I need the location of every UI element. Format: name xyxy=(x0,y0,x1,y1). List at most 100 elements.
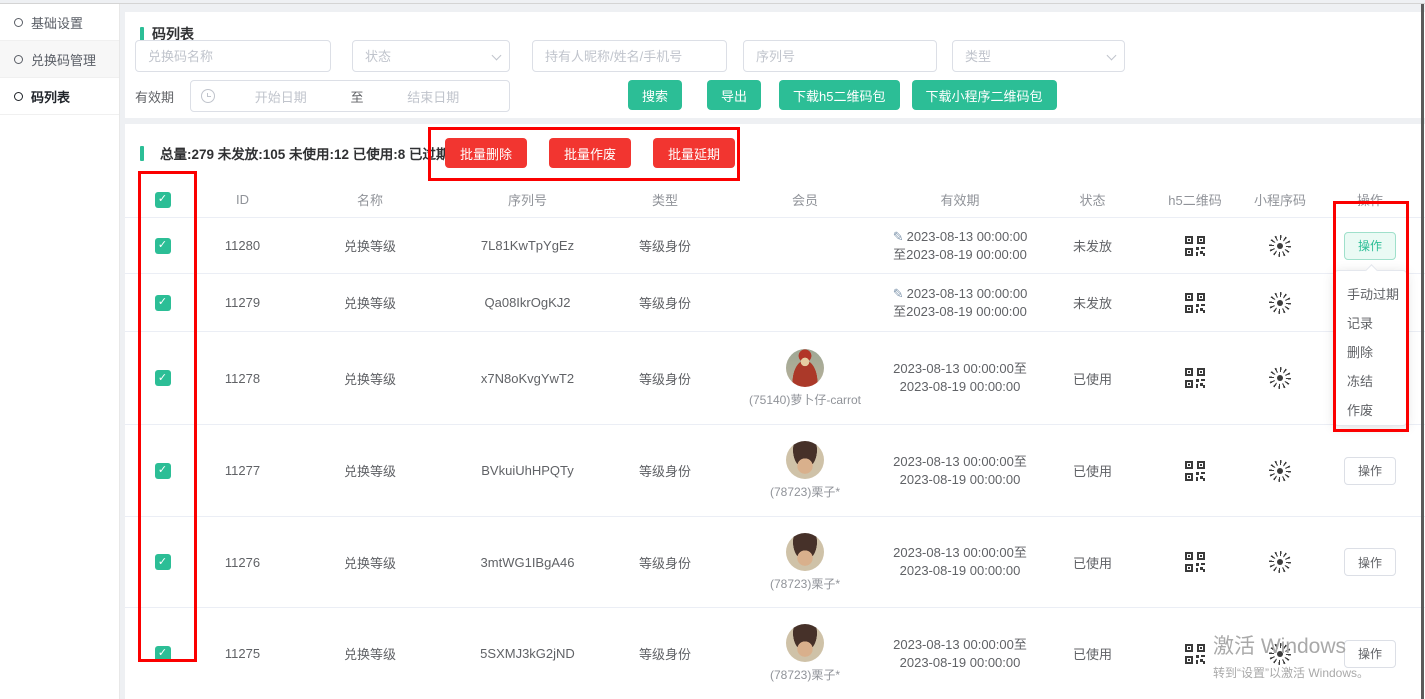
sidebar: 基础设置 兑换码管理 码列表 xyxy=(0,4,120,699)
table-row: 11278 兑换等级 x7N8oKvgYwT2 等级身份 (75140)萝卜仔-… xyxy=(125,332,1425,425)
row-checkbox[interactable] xyxy=(155,370,171,386)
col-header-h5-qrcode: h5二维码 xyxy=(1145,190,1245,209)
serial-input[interactable] xyxy=(743,40,937,72)
cell-serial: BVkuiUhHPQTy xyxy=(455,463,600,478)
miniprogram-code-icon[interactable] xyxy=(1269,551,1291,573)
miniprogram-code-icon[interactable] xyxy=(1269,643,1291,665)
end-date-field[interactable]: 结束日期 xyxy=(368,87,500,106)
summary-stats: 总量:279 未发放:105 未使用:12 已使用:8 已过期:154 xyxy=(160,143,477,163)
cell-validity: 2023-08-13 00:00:00至2023-08-19 00:00:00 xyxy=(893,285,1028,321)
avatar xyxy=(786,624,824,662)
cell-id: 11278 xyxy=(200,371,285,386)
clock-icon xyxy=(201,89,215,103)
select-all-checkbox[interactable] xyxy=(155,192,171,208)
cell-id: 11276 xyxy=(200,555,285,570)
cell-serial: 5SXMJ3kG2jND xyxy=(455,646,600,661)
miniprogram-code-icon[interactable] xyxy=(1269,292,1291,314)
h5-qrcode-icon[interactable] xyxy=(1185,644,1205,664)
cell-validity: 2023-08-13 00:00:00至2023-08-19 00:00:00 xyxy=(893,228,1028,264)
status-select-input[interactable] xyxy=(352,40,510,72)
row-action-button[interactable]: 操作 xyxy=(1344,232,1396,260)
cell-id: 11279 xyxy=(200,295,285,310)
row-action-button[interactable]: 操作 xyxy=(1344,548,1396,576)
cell-serial: 7L81KwTpYgEz xyxy=(455,238,600,253)
batch-delete-button[interactable]: 批量删除 xyxy=(445,138,527,168)
filter-buttons: 搜索 导出 下载h5二维码包 下载小程序二维码包 xyxy=(628,80,1057,110)
cell-member: (75140)萝卜仔-carrot xyxy=(749,349,861,408)
row-checkbox[interactable] xyxy=(155,646,171,662)
cell-type: 等级身份 xyxy=(600,553,730,572)
download-miniprogram-qrcode-button[interactable]: 下载小程序二维码包 xyxy=(912,80,1057,110)
radio-circle-icon xyxy=(14,18,23,27)
miniprogram-code-icon[interactable] xyxy=(1269,367,1291,389)
row-action-button[interactable]: 操作 xyxy=(1344,457,1396,485)
cell-status: 未发放 xyxy=(1040,293,1145,312)
cell-status: 已使用 xyxy=(1040,553,1145,572)
table-header-row: ID 名称 序列号 类型 会员 有效期 状态 h5二维码 小程序码 操作 xyxy=(125,182,1425,218)
cell-validity: 2023-08-13 00:00:00至2023-08-19 00:00:00 xyxy=(893,453,1027,489)
search-button[interactable]: 搜索 xyxy=(628,80,682,110)
h5-qrcode-icon[interactable] xyxy=(1185,368,1205,388)
row-action-button[interactable]: 操作 xyxy=(1344,640,1396,668)
cell-type: 等级身份 xyxy=(600,293,730,312)
cell-id: 11277 xyxy=(200,463,285,478)
filter-panel: 码列表 有效期 开始日期 至 结束日期 搜索 xyxy=(125,12,1425,118)
cell-type: 等级身份 xyxy=(600,369,730,388)
type-select[interactable] xyxy=(952,40,1125,72)
cell-type: 等级身份 xyxy=(600,644,730,663)
h5-qrcode-icon[interactable] xyxy=(1185,293,1205,313)
radio-circle-icon xyxy=(14,55,23,64)
export-button[interactable]: 导出 xyxy=(707,80,761,110)
table-row: 11280 兑换等级 7L81KwTpYgEz 等级身份 2023-08-13 … xyxy=(125,218,1425,274)
cell-status: 未发放 xyxy=(1040,236,1145,255)
sidebar-item-code-list[interactable]: 码列表 xyxy=(0,78,119,115)
row-checkbox[interactable] xyxy=(155,295,171,311)
edit-validity-icon[interactable] xyxy=(893,286,904,301)
dropdown-item-void[interactable]: 作废 xyxy=(1335,395,1406,424)
date-range-separator: 至 xyxy=(347,87,368,106)
edit-validity-icon[interactable] xyxy=(893,229,904,244)
sidebar-item-basic-settings[interactable]: 基础设置 xyxy=(0,4,119,41)
avatar xyxy=(786,441,824,479)
dropdown-item-record[interactable]: 记录 xyxy=(1335,308,1406,337)
batch-void-button[interactable]: 批量作废 xyxy=(549,138,631,168)
dropdown-item-freeze[interactable]: 冻结 xyxy=(1335,366,1406,395)
cell-type: 等级身份 xyxy=(600,236,730,255)
cell-status: 已使用 xyxy=(1040,461,1145,480)
dropdown-item-manual-expire[interactable]: 手动过期 xyxy=(1335,279,1406,308)
batch-buttons: 批量删除 批量作废 批量延期 xyxy=(445,138,735,168)
miniprogram-code-icon[interactable] xyxy=(1269,460,1291,482)
cell-name: 兑换等级 xyxy=(285,553,455,572)
cell-validity: 2023-08-13 00:00:00至2023-08-19 00:00:00 xyxy=(893,360,1027,396)
code-name-input[interactable] xyxy=(135,40,331,72)
h5-qrcode-icon[interactable] xyxy=(1185,552,1205,572)
download-h5-qrcode-button[interactable]: 下载h5二维码包 xyxy=(779,80,899,110)
cell-name: 兑换等级 xyxy=(285,461,455,480)
col-header-action: 操作 xyxy=(1315,190,1425,209)
stats-accent-bar xyxy=(140,146,144,161)
dropdown-item-delete[interactable]: 删除 xyxy=(1335,337,1406,366)
h5-qrcode-icon[interactable] xyxy=(1185,461,1205,481)
date-range-picker[interactable]: 开始日期 至 结束日期 xyxy=(190,80,510,112)
cell-name: 兑换等级 xyxy=(285,644,455,663)
start-date-field[interactable]: 开始日期 xyxy=(215,87,347,106)
cell-status: 已使用 xyxy=(1040,369,1145,388)
table-row: 11276 兑换等级 3mtWG1IBgA46 等级身份 (78723)栗子* … xyxy=(125,517,1425,608)
filter-row-2: 有效期 开始日期 至 结束日期 xyxy=(135,80,510,112)
h5-qrcode-icon[interactable] xyxy=(1185,236,1205,256)
row-checkbox[interactable] xyxy=(155,238,171,254)
type-select-input[interactable] xyxy=(952,40,1125,72)
table-panel: 总量:279 未发放:105 未使用:12 已使用:8 已过期:154 批量删除… xyxy=(125,124,1425,699)
sidebar-item-code-management[interactable]: 兑换码管理 xyxy=(0,41,119,78)
row-checkbox[interactable] xyxy=(155,554,171,570)
batch-extend-button[interactable]: 批量延期 xyxy=(653,138,735,168)
cell-serial: x7N8oKvgYwT2 xyxy=(455,371,600,386)
col-header-type: 类型 xyxy=(600,190,730,209)
cell-id: 11275 xyxy=(200,646,285,661)
holder-input[interactable] xyxy=(532,40,727,72)
row-checkbox[interactable] xyxy=(155,463,171,479)
miniprogram-code-icon[interactable] xyxy=(1269,235,1291,257)
action-dropdown-menu: 手动过期 记录 删除 冻结 作废 xyxy=(1334,270,1407,426)
cell-type: 等级身份 xyxy=(600,461,730,480)
status-select[interactable] xyxy=(352,40,510,72)
